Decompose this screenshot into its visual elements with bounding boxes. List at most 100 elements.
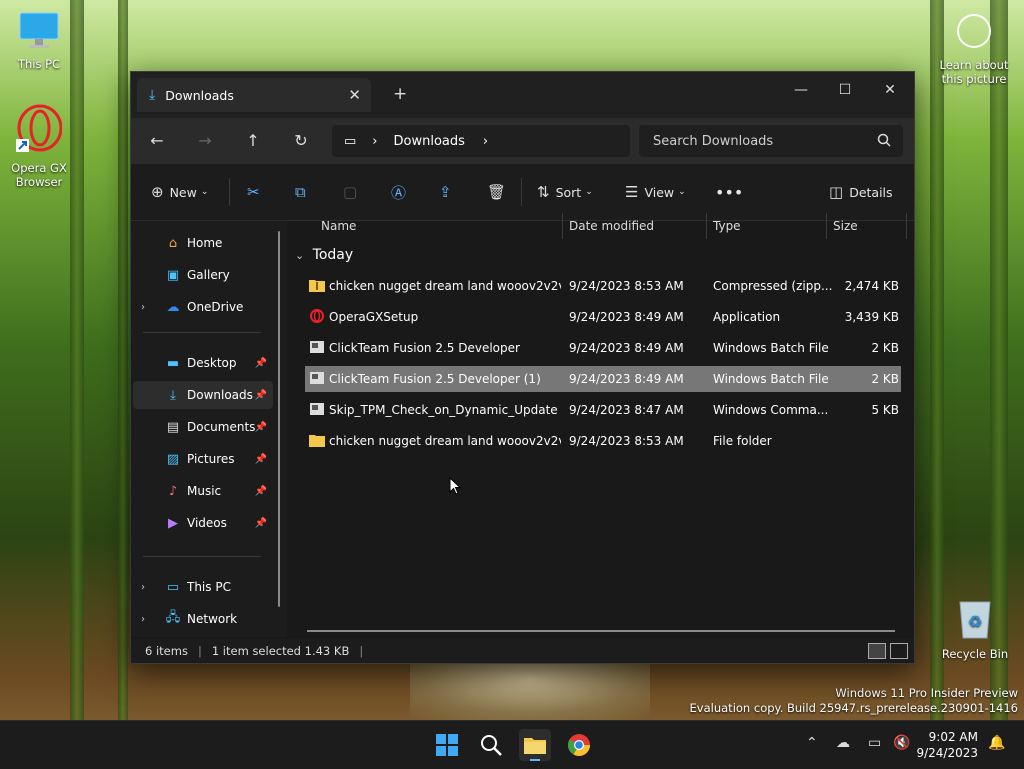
video-icon: ▶ bbox=[168, 515, 178, 531]
group-header-today[interactable]: ⌄ Today bbox=[295, 247, 353, 263]
paste-button[interactable]: ▢ bbox=[343, 180, 363, 204]
nav-item-downloads[interactable]: ⤓ Downloads 📌 bbox=[133, 381, 273, 409]
details-view-icon[interactable] bbox=[868, 643, 886, 659]
chevron-up-icon[interactable]: ⌃ bbox=[806, 735, 818, 751]
file-explorer-icon[interactable] bbox=[519, 729, 551, 761]
status-bar: 6 items | 1 item selected 1.43 KB | bbox=[131, 639, 914, 663]
horizontal-scrollbar[interactable] bbox=[307, 630, 895, 632]
network-icon[interactable]: ▭ bbox=[868, 735, 881, 751]
copy-button[interactable]: ⧉ bbox=[295, 180, 312, 204]
file-row[interactable]: chicken nugget dream land wooov2v2v2... … bbox=[305, 273, 901, 299]
file-row-selected[interactable]: ClickTeam Fusion 2.5 Developer (1) 9/24/… bbox=[305, 366, 901, 392]
back-button[interactable]: ← bbox=[144, 129, 170, 153]
nav-item-documents[interactable]: ▤ Documents 📌 bbox=[133, 413, 273, 441]
nav-label: Network bbox=[187, 612, 238, 626]
tab-downloads[interactable]: ⤓ Downloads ✕ bbox=[137, 78, 371, 112]
ellipsis-icon: ••• bbox=[715, 182, 744, 202]
share-button[interactable]: ⇪ bbox=[439, 180, 458, 204]
volume-muted-icon[interactable]: 🔇 bbox=[893, 735, 910, 751]
download-icon: ⤓ bbox=[149, 87, 156, 103]
file-name: chicken nugget dream land wooov2v2v2... bbox=[329, 434, 561, 448]
start-windows-icon[interactable] bbox=[431, 729, 463, 761]
file-type: Windows Comma... bbox=[713, 403, 829, 417]
expand-chevron-icon[interactable]: › bbox=[141, 614, 145, 625]
file-row[interactable]: OperaGXSetup 9/24/2023 8:49 AM Applicati… bbox=[305, 304, 901, 330]
column-name[interactable]: Name bbox=[321, 219, 356, 233]
taskbar: ⌃ ☁ ▭ 🔇 9:02 AM 9/24/2023 🔔 bbox=[0, 720, 1024, 769]
file-explorer-window: ⤓ Downloads ✕ + — ☐ ✕ ← → ↑ ↻ ▭ › Downlo… bbox=[130, 71, 915, 664]
nav-item-gallery[interactable]: ▣ Gallery bbox=[133, 261, 273, 289]
file-date: 9/24/2023 8:49 AM bbox=[569, 372, 684, 386]
pin-icon: 📌 bbox=[254, 389, 267, 401]
expand-chevron-icon[interactable]: › bbox=[141, 582, 145, 593]
forward-button[interactable]: → bbox=[192, 129, 218, 153]
address-bar[interactable]: ▭ › Downloads › bbox=[332, 125, 630, 157]
chevron-down-icon: ⌄ bbox=[585, 187, 593, 197]
details-pane-icon: ◫ bbox=[829, 183, 844, 201]
command-file-icon bbox=[310, 403, 324, 415]
new-button[interactable]: ⊕ New ⌄ bbox=[151, 180, 208, 204]
tiles-view-icon[interactable] bbox=[890, 643, 908, 659]
svg-text:♻: ♻ bbox=[968, 612, 982, 631]
rename-button[interactable]: Ⓐ bbox=[391, 180, 412, 204]
nav-scrollbar[interactable] bbox=[278, 231, 280, 607]
zip-folder-icon bbox=[309, 280, 325, 292]
column-date-modified[interactable]: Date modified bbox=[569, 219, 654, 233]
close-tab-icon[interactable]: ✕ bbox=[348, 86, 361, 104]
new-label: New bbox=[169, 184, 197, 200]
file-type: Windows Batch File bbox=[713, 341, 829, 355]
nav-item-home[interactable]: ⌂ Home bbox=[133, 229, 273, 257]
clock[interactable]: 9:02 AM 9/24/2023 bbox=[916, 729, 978, 761]
more-options-button[interactable]: ••• bbox=[715, 180, 743, 204]
nav-item-videos[interactable]: ▶ Videos 📌 bbox=[133, 509, 273, 537]
onedrive-status-icon[interactable]: ☁ bbox=[836, 735, 850, 751]
pc-icon: ▭ bbox=[344, 133, 357, 149]
search-input[interactable]: Search Downloads bbox=[639, 125, 903, 157]
sort-icon: ⇅ bbox=[537, 183, 550, 201]
notification-bell-icon[interactable]: 🔔 bbox=[988, 735, 1005, 751]
copy-icon: ⧉ bbox=[295, 183, 306, 201]
file-row[interactable]: Skip_TPM_Check_on_Dynamic_Update 9/24/20… bbox=[305, 397, 901, 423]
pictures-icon: ▨ bbox=[166, 451, 180, 467]
nav-item-pictures[interactable]: ▨ Pictures 📌 bbox=[133, 445, 273, 473]
pin-icon: 📌 bbox=[254, 421, 267, 433]
column-type[interactable]: Type bbox=[713, 219, 741, 233]
maximize-button[interactable]: ☐ bbox=[823, 76, 867, 104]
file-row[interactable]: chicken nugget dream land wooov2v2v2... … bbox=[305, 428, 901, 454]
nav-label: Home bbox=[187, 236, 223, 250]
batch-file-icon bbox=[310, 341, 324, 353]
up-button[interactable]: ↑ bbox=[240, 129, 266, 153]
column-size[interactable]: Size bbox=[833, 219, 858, 233]
chrome-icon[interactable] bbox=[563, 729, 595, 761]
file-name: ClickTeam Fusion 2.5 Developer (1) bbox=[329, 372, 541, 386]
expand-chevron-icon[interactable]: › bbox=[141, 302, 145, 313]
desktop-icon-opera-gx[interactable]: Opera GX Browser bbox=[1, 104, 77, 189]
refresh-button[interactable]: ↻ bbox=[288, 129, 314, 153]
file-size: 5 KB bbox=[871, 403, 899, 417]
desktop-icon-this-pc[interactable]: This PC bbox=[1, 12, 77, 71]
view-button[interactable]: ☰ View ⌄ bbox=[625, 180, 686, 204]
nav-item-desktop[interactable]: ▬ Desktop 📌 bbox=[133, 349, 273, 377]
chevron-right-icon[interactable]: › bbox=[483, 134, 488, 149]
minimize-button[interactable]: — bbox=[779, 76, 823, 104]
new-tab-button[interactable]: + bbox=[393, 84, 407, 104]
close-window-button[interactable]: ✕ bbox=[868, 76, 912, 104]
learn-about-picture[interactable]: Learn about this picture bbox=[930, 14, 1018, 86]
mouse-cursor-icon bbox=[449, 477, 461, 495]
nav-item-onedrive[interactable]: › ☁ OneDrive bbox=[133, 293, 273, 321]
nav-item-network[interactable]: › 🖧 Network bbox=[133, 605, 273, 633]
sort-button[interactable]: ⇅ Sort ⌄ bbox=[537, 180, 593, 204]
breadcrumb-downloads[interactable]: Downloads bbox=[394, 134, 465, 149]
file-row[interactable]: ClickTeam Fusion 2.5 Developer 9/24/2023… bbox=[305, 335, 901, 361]
scissors-icon: ✂ bbox=[247, 183, 260, 201]
cut-button[interactable]: ✂ bbox=[247, 180, 266, 204]
details-button[interactable]: ◫ Details bbox=[829, 180, 893, 204]
download-icon: ⤓ bbox=[170, 387, 176, 403]
desktop-icon-recycle-bin[interactable]: ♻ Recycle Bin bbox=[937, 598, 1013, 661]
search-icon[interactable] bbox=[475, 729, 507, 761]
nav-item-this-pc[interactable]: › ▭ This PC bbox=[133, 573, 273, 601]
delete-button[interactable]: 🗑 bbox=[487, 180, 512, 204]
nav-item-music[interactable]: ♪ Music 📌 bbox=[133, 477, 273, 505]
desktop-icon-label: This PC bbox=[17, 57, 61, 71]
file-date: 9/24/2023 8:49 AM bbox=[569, 341, 684, 355]
